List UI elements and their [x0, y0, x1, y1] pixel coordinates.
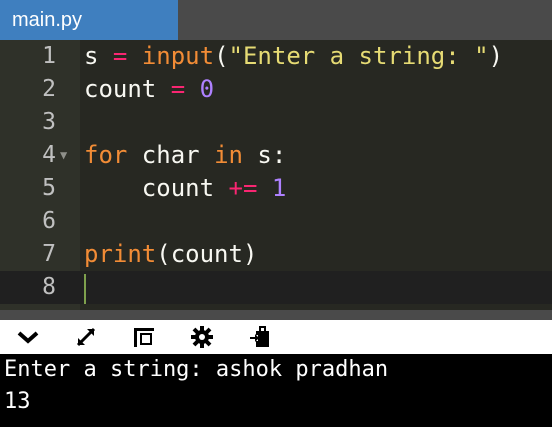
code-text: print(count) — [84, 240, 258, 268]
tab-bar: main.py — [0, 0, 552, 40]
line-number: 7 — [42, 241, 56, 267]
code-line-8[interactable]: 8 — [0, 271, 552, 304]
console-line: Enter a string: ashok pradhan — [4, 357, 389, 382]
code-text: for char in s: — [84, 141, 287, 169]
panel-divider[interactable] — [0, 310, 552, 320]
tab-main-py[interactable]: main.py — [0, 0, 178, 40]
line-number: 8 — [42, 274, 56, 300]
code-line-4[interactable]: 4 ▼ for char in s: — [0, 139, 552, 172]
console-line: 13 — [4, 389, 31, 414]
share-run-icon[interactable] — [240, 320, 280, 354]
code-line-5[interactable]: 5 count += 1 — [0, 172, 552, 205]
code-text: count += 1 — [141, 174, 287, 202]
collapse-chevron-icon[interactable] — [8, 320, 48, 354]
code-text: count = 0 — [84, 75, 215, 103]
code-line-6[interactable]: 6 — [0, 205, 552, 238]
settings-gear-icon[interactable] — [182, 320, 222, 354]
expand-arrows-icon[interactable] — [66, 320, 106, 354]
console-output[interactable]: Enter a string: ashok pradhan 13 — [0, 354, 552, 427]
line-number: 1 — [42, 43, 56, 69]
code-line-2[interactable]: 2 count = 0 — [0, 73, 552, 106]
code-line-3[interactable]: 3 — [0, 106, 552, 139]
code-line-1[interactable]: 1 s = input("Enter a string: ") — [0, 40, 552, 73]
line-number: 2 — [42, 76, 56, 102]
console-toolbar — [0, 320, 552, 354]
code-editor[interactable]: 1 s = input("Enter a string: ") 2 count … — [0, 40, 552, 310]
text-cursor — [84, 274, 86, 304]
fold-arrow-icon[interactable]: ▼ — [60, 139, 72, 172]
line-number: 4 — [42, 142, 56, 168]
code-text: s = input("Enter a string: ") — [84, 42, 504, 70]
line-number: 5 — [42, 175, 56, 201]
line-number: 3 — [42, 109, 56, 135]
layout-panel-icon[interactable] — [124, 320, 164, 354]
code-line-7[interactable]: 7 print(count) — [0, 238, 552, 271]
line-number: 6 — [42, 208, 56, 234]
